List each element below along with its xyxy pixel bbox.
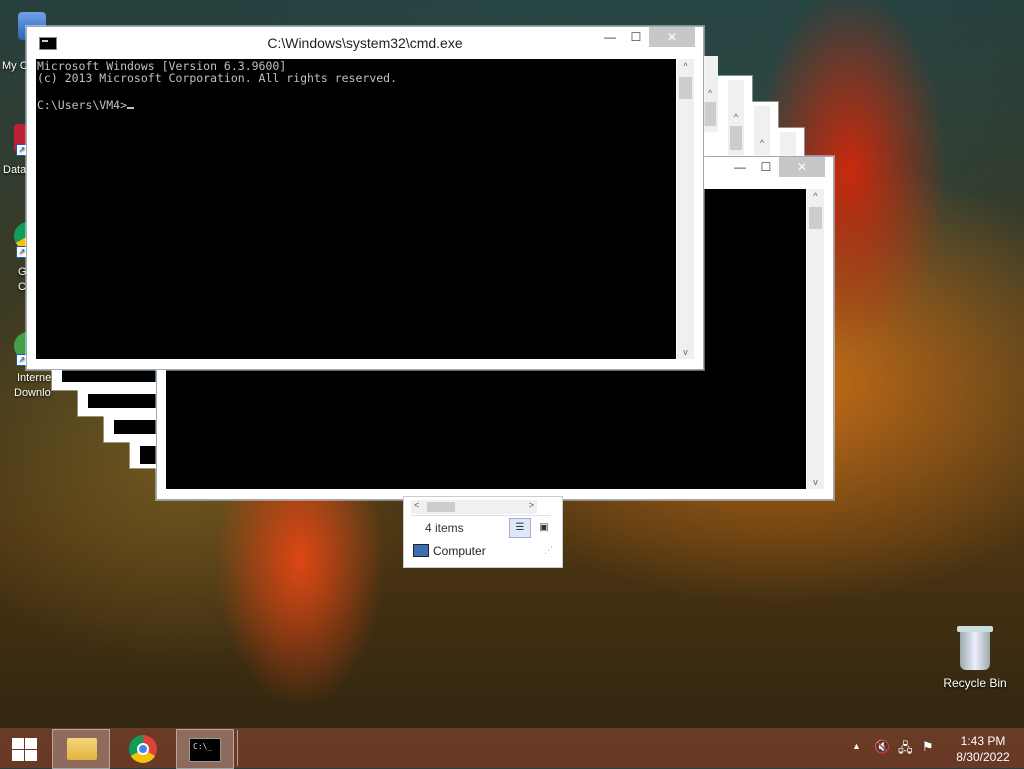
- desktop-icon-label: My C: [2, 60, 28, 72]
- clock-date: 8/30/2022: [956, 750, 1010, 764]
- network-icon[interactable]: 🖧: [898, 739, 913, 761]
- ghost-scrollbar: ^: [728, 80, 744, 156]
- desktop-icon-label: Recycle Bin: [943, 676, 1007, 690]
- windows-logo-icon: [25, 738, 37, 749]
- ghost-scrollbar: ^: [702, 56, 718, 132]
- scroll-right-arrow-icon[interactable]: >: [529, 500, 534, 510]
- clock[interactable]: 1:43 PM 8/30/2022: [948, 733, 1018, 765]
- start-button[interactable]: [10, 736, 38, 762]
- action-center-flag-icon[interactable]: ⚑: [922, 739, 934, 755]
- taskbar-chrome[interactable]: [116, 729, 172, 767]
- taskbar-stacked-indicator: [233, 730, 238, 766]
- computer-icon: [413, 544, 429, 557]
- item-count: 4 items: [425, 521, 464, 535]
- nav-item-label: Computer: [433, 544, 486, 558]
- ghost-console-strip: [114, 420, 158, 434]
- ghost-console-strip: [62, 368, 158, 382]
- console-line: (c) 2013 Microsoft Corporation. All righ…: [37, 71, 398, 85]
- windows-logo-icon: [12, 750, 24, 761]
- taskbar: ▲ 🔇 🖧 ⚑ 1:43 PM 8/30/2022: [0, 728, 1024, 769]
- taskbar-cmd[interactable]: [176, 729, 234, 769]
- desktop-icon-recycle-bin[interactable]: Recycle Bin: [940, 626, 1010, 690]
- ghost-scrollbar: [780, 132, 796, 156]
- folder-icon: [67, 738, 97, 760]
- close-button[interactable]: ✕: [649, 27, 695, 47]
- status-bar: 4 items ☰ ▣: [411, 515, 551, 538]
- close-button[interactable]: ✕: [779, 157, 825, 177]
- scroll-up-arrow-icon[interactable]: ^: [677, 59, 694, 73]
- maximize-button[interactable]: ☐: [623, 27, 649, 47]
- desktop-icon-label: C: [18, 281, 26, 293]
- chrome-icon: [129, 735, 157, 763]
- large-icons-view-icon[interactable]: ▣: [533, 518, 555, 538]
- console-prompt: C:\Users\VM4>: [37, 98, 128, 112]
- show-hidden-icons-icon[interactable]: ▲: [852, 741, 861, 751]
- system-tray: ▲ 🔇 🖧 ⚑: [850, 728, 945, 768]
- windows-logo-icon: [25, 750, 37, 761]
- minimize-button[interactable]: —: [727, 157, 753, 177]
- minimize-button[interactable]: —: [597, 27, 623, 47]
- desktop-icon-label: Downlo: [14, 387, 51, 399]
- desktop-icon-label: Interne: [17, 372, 52, 384]
- maximize-button[interactable]: ☐: [753, 157, 779, 177]
- scroll-thumb[interactable]: [427, 502, 455, 512]
- desktop-icon-label: Data: [3, 164, 27, 176]
- resize-grip-icon[interactable]: ⋰: [544, 545, 553, 556]
- scroll-up-arrow-icon[interactable]: ^: [807, 189, 824, 203]
- cmd-window-front[interactable]: C:\Windows\system32\cmd.exe — ☐ ✕ Micros…: [26, 26, 704, 370]
- file-explorer-fragment[interactable]: < > 4 items ☰ ▣ Computer ⋰: [403, 496, 563, 568]
- scroll-left-arrow-icon[interactable]: <: [414, 500, 419, 510]
- scroll-thumb[interactable]: [809, 207, 822, 229]
- windows-logo-icon: [12, 738, 24, 749]
- ghost-scrollbar: ^: [754, 106, 770, 156]
- scroll-thumb[interactable]: [679, 77, 692, 99]
- recycle-bin-icon: [957, 626, 993, 670]
- scroll-down-arrow-icon[interactable]: v: [807, 475, 824, 489]
- title-bar[interactable]: C:\Windows\system32\cmd.exe — ☐ ✕: [27, 27, 703, 57]
- console-area[interactable]: Microsoft Windows [Version 6.3.9600] (c)…: [36, 59, 676, 359]
- scroll-down-arrow-icon[interactable]: v: [677, 345, 694, 359]
- clock-time: 1:43 PM: [960, 734, 1006, 748]
- vertical-scrollbar[interactable]: ^ v: [677, 59, 694, 359]
- cmd-icon: [189, 738, 221, 762]
- ghost-console-strip: [88, 394, 158, 408]
- details-view-icon[interactable]: ☰: [509, 518, 531, 538]
- speaker-muted-icon[interactable]: 🔇: [874, 739, 890, 755]
- horizontal-scrollbar[interactable]: < >: [411, 500, 537, 514]
- text-cursor: [127, 107, 135, 109]
- nav-item-computer[interactable]: Computer ⋰: [411, 541, 555, 561]
- prompt-line[interactable]: C:\Users\VM4>: [37, 96, 135, 114]
- vertical-scrollbar[interactable]: ^ v: [807, 189, 824, 489]
- taskbar-file-explorer[interactable]: [52, 729, 110, 769]
